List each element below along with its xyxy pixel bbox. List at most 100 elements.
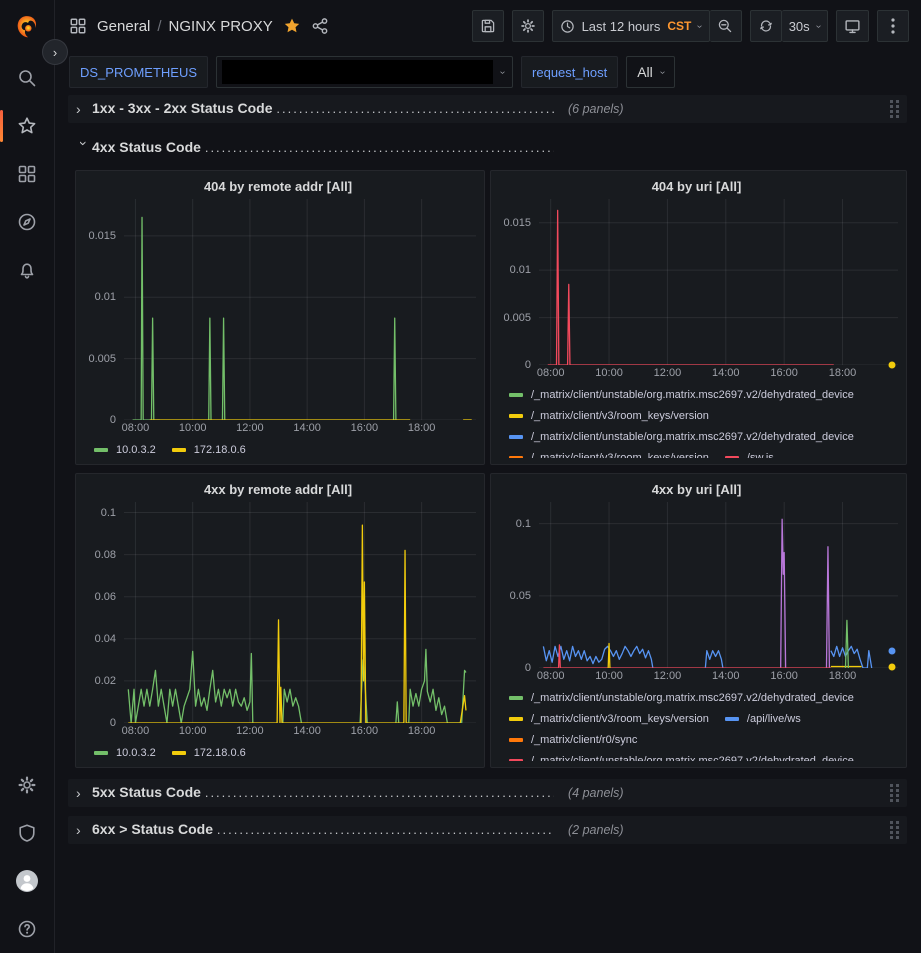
refresh-interval-picker[interactable]: 30s › (782, 10, 828, 42)
y-tick-label: 0 (110, 414, 116, 426)
dashboard-settings-button[interactable] (512, 10, 544, 42)
row-dots: ........................................… (205, 140, 554, 155)
legend-swatch (509, 435, 523, 439)
request-host-variable-select[interactable]: All › (626, 56, 675, 88)
legend-item[interactable]: 172.18.0.6 (172, 745, 246, 761)
compass-icon (17, 212, 37, 232)
x-tick-label: 16:00 (351, 725, 379, 737)
legend-swatch (509, 414, 523, 418)
legend-item[interactable]: 10.0.3.2 (94, 442, 156, 458)
chevron-down-icon: › (813, 24, 824, 27)
refresh-button[interactable] (750, 10, 782, 42)
cycle-view-mode-button[interactable] (836, 10, 869, 42)
favorite-star-icon[interactable] (283, 17, 301, 35)
topnav-actions: Last 12 hours CST › (472, 10, 909, 42)
legend-swatch (509, 759, 523, 761)
gear-icon (520, 18, 536, 34)
row-title: 1xx - 3xx - 2xx Status Code (92, 100, 276, 116)
row-5xx[interactable]: › 5xx Status Code ......................… (68, 779, 907, 807)
legend-item[interactable]: /sw.js (725, 450, 774, 458)
panel-title[interactable]: 404 by uri [All] (495, 175, 898, 199)
legend-item[interactable]: 172.18.0.6 (172, 442, 246, 458)
row-drag-handle-icon[interactable] (889, 99, 901, 119)
legend-item[interactable]: /api/live/ws (725, 711, 801, 727)
sidebar-item-explore[interactable] (0, 198, 55, 246)
datasource-variable-select[interactable]: › (216, 56, 513, 88)
chart-plot-area[interactable] (124, 502, 476, 723)
panel-legend: 10.0.3.2 172.18.0.6 (80, 740, 476, 761)
save-icon (480, 18, 496, 34)
legend-item[interactable]: /_matrix/client/r0/sync (509, 732, 637, 748)
legend-item[interactable]: /_matrix/client/unstable/org.matrix.msc2… (509, 753, 854, 761)
row-6xx[interactable]: › 6xx > Status Code ....................… (68, 816, 907, 844)
row-1xx-3xx-2xx[interactable]: › 1xx - 3xx - 2xx Status Code ..........… (68, 95, 907, 123)
row-panel-count: (2 panels) (568, 823, 624, 837)
sidebar-item-profile[interactable] (0, 857, 55, 905)
x-tick-label: 14:00 (712, 367, 740, 379)
legend-swatch (725, 717, 739, 721)
time-range-picker[interactable]: Last 12 hours CST › (552, 10, 710, 42)
save-dashboard-button[interactable] (472, 10, 504, 42)
x-tick-label: 10:00 (595, 670, 623, 682)
row-panel-count: (6 panels) (568, 102, 624, 116)
chevron-down-icon: › (695, 24, 706, 27)
panel-title[interactable]: 4xx by remote addr [All] (80, 478, 476, 502)
grafana-app: › General / NGINX PROXY (0, 0, 921, 953)
variable-value-redacted (222, 60, 493, 84)
chart-plot-area[interactable] (539, 199, 898, 365)
time-controls: Last 12 hours CST › (552, 10, 742, 42)
legend-label: /_matrix/client/v3/room_keys/version (531, 711, 709, 727)
chart-plot-area[interactable] (124, 199, 476, 420)
legend-swatch (725, 456, 739, 458)
panel-legend: /_matrix/client/unstable/org.matrix.msc2… (495, 685, 898, 761)
x-tick-label: 08:00 (537, 367, 565, 379)
dashboards-breadcrumb-icon[interactable] (69, 17, 87, 35)
legend-swatch (509, 696, 523, 700)
legend-swatch (94, 751, 108, 755)
share-icon[interactable] (311, 17, 329, 35)
sidebar-expand-button[interactable]: › (42, 39, 68, 65)
chart-plot-area[interactable] (539, 502, 898, 668)
sidebar-item-configuration[interactable] (0, 761, 55, 809)
y-tick-label: 0.02 (95, 675, 116, 687)
legend-item[interactable]: /_matrix/client/unstable/org.matrix.msc2… (509, 387, 854, 403)
row-drag-handle-icon[interactable] (889, 820, 901, 840)
sidebar-item-server-admin[interactable] (0, 809, 55, 857)
panel-title[interactable]: 4xx by uri [All] (495, 478, 898, 502)
legend-item[interactable]: /_matrix/client/v3/room_keys/version (509, 450, 709, 458)
y-tick-label: 0.01 (510, 264, 531, 276)
panel-legend: 10.0.3.2 172.18.0.6 (80, 437, 476, 458)
x-tick-label: 10:00 (179, 422, 207, 434)
request-host-value: All (637, 64, 653, 80)
y-tick-label: 0.06 (95, 591, 116, 603)
request-host-variable-label[interactable]: request_host (521, 56, 618, 88)
legend-item[interactable]: /_matrix/client/unstable/org.matrix.msc2… (509, 429, 854, 445)
x-tick-label: 16:00 (770, 670, 798, 682)
sidebar-item-alerting[interactable] (0, 246, 55, 294)
legend-item[interactable]: 10.0.3.2 (94, 745, 156, 761)
legend-item[interactable]: /_matrix/client/v3/room_keys/version (509, 408, 709, 424)
panel-title[interactable]: 404 by remote addr [All] (80, 175, 476, 199)
row-4xx[interactable]: › 4xx Status Code ......................… (68, 134, 907, 162)
legend-item[interactable]: /_matrix/client/v3/room_keys/version (509, 711, 709, 727)
datasource-variable-label[interactable]: DS_PROMETHEUS (69, 56, 208, 88)
breadcrumb-dashboard-title[interactable]: NGINX PROXY (169, 18, 273, 35)
x-axis: 08:0010:0012:0014:0016:0018:00 (80, 723, 476, 740)
legend-swatch (172, 448, 186, 452)
legend-item[interactable]: /_matrix/client/unstable/org.matrix.msc2… (509, 690, 854, 706)
sidebar-item-dashboards[interactable] (0, 150, 55, 198)
x-axis: 08:0010:0012:0014:0016:0018:00 (495, 365, 898, 382)
more-options-kebab-button[interactable] (877, 10, 909, 42)
legend-label: 172.18.0.6 (194, 442, 246, 458)
zoom-out-time-button[interactable] (710, 10, 742, 42)
breadcrumb-folder[interactable]: General (97, 18, 150, 35)
row-drag-handle-icon[interactable] (889, 783, 901, 803)
chevron-right-icon: › (53, 45, 57, 60)
sidebar-item-help[interactable] (0, 905, 55, 953)
shield-icon (17, 823, 37, 843)
y-axis: 00.0050.010.015 (495, 199, 539, 365)
zoom-out-icon (717, 18, 733, 34)
legend-label: 10.0.3.2 (116, 745, 156, 761)
y-tick-label: 0.005 (503, 312, 531, 324)
sidebar-item-starred[interactable] (0, 102, 55, 150)
